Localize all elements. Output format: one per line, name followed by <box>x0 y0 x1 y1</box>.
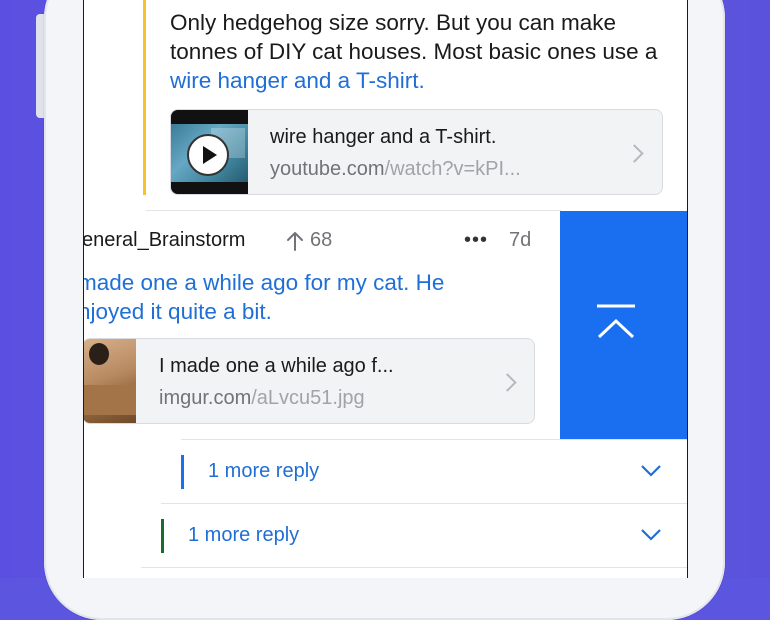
thread-depth-bar <box>143 0 146 195</box>
comment-divider <box>146 210 561 211</box>
more-replies-row[interactable]: 1 more reply <box>84 504 687 568</box>
thread-depth-bar <box>161 519 164 553</box>
parent-comment-link[interactable]: wire hanger and a T-shirt. <box>170 68 425 93</box>
collapse-thread-icon <box>597 304 635 339</box>
reply-comment-body: made one a while ago for my cat. He njoy… <box>83 268 548 326</box>
parent-comment-body: Only hedgehog size sorry. But you can ma… <box>170 8 670 95</box>
comment-age: 7d <box>509 229 532 251</box>
comment-author[interactable]: eneral_Brainstorm <box>84 229 245 252</box>
reply-comment-line-2: njoyed it quite a bit. <box>83 299 272 324</box>
video-thumbnail <box>171 110 248 194</box>
image-thumbnail <box>84 339 136 423</box>
link-preview-url: youtube.com/watch?v=kPI... <box>270 158 521 180</box>
link-preview-title: wire hanger and a T-shirt. <box>270 126 497 148</box>
play-icon <box>187 134 229 176</box>
thread-depth-bar <box>181 455 184 489</box>
link-preview-title: I made one a while ago f... <box>159 355 394 377</box>
collapse-thread-action[interactable] <box>560 211 687 439</box>
comment-score: 68 <box>310 229 333 251</box>
chevron-down-icon <box>641 465 661 477</box>
more-replies-label: 1 more reply <box>188 524 300 546</box>
more-replies-row[interactable]: 1 more reply <box>84 440 687 504</box>
reply-comment-line-1: made one a while ago for my cat. He <box>83 270 445 295</box>
upvote-arrow-icon[interactable] <box>286 231 304 251</box>
link-preview-youtube[interactable]: wire hanger and a T-shirt. youtube.com/w… <box>170 109 663 195</box>
link-preview-imgur[interactable]: I made one a while ago f... imgur.com/aL… <box>84 338 535 424</box>
phone-side-button <box>36 14 44 118</box>
more-replies-label: 1 more reply <box>208 460 320 482</box>
chevron-right-icon <box>498 373 517 392</box>
chevron-right-icon <box>625 144 644 163</box>
comment-divider <box>141 567 687 568</box>
link-preview-url: imgur.com/aLvcu51.jpg <box>159 387 365 409</box>
more-dots-icon[interactable]: ••• <box>464 229 488 252</box>
comment-thread-screen[interactable]: Only hedgehog size sorry. But you can ma… <box>83 0 688 578</box>
chevron-down-icon <box>641 529 661 541</box>
parent-comment-text: Only hedgehog size sorry. But you can ma… <box>170 10 658 64</box>
